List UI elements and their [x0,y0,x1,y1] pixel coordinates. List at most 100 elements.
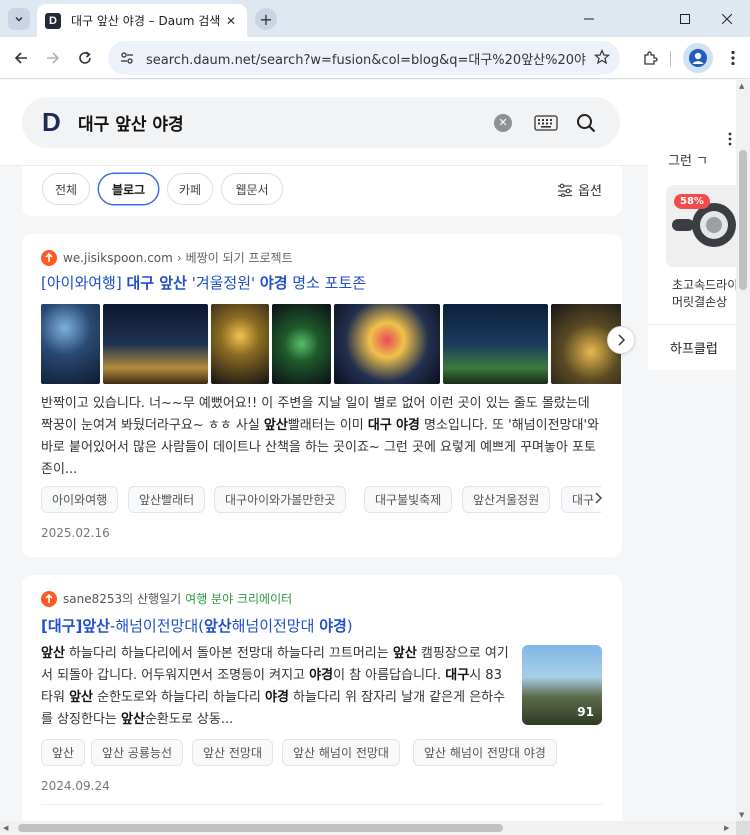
result-title-link[interactable]: [대구]앞산-해넘이전망대(앞산해넘이전망대 야경) [41,615,353,636]
puzzle-icon [644,51,658,65]
minimize-button[interactable] [566,0,612,37]
snippet-text: 빨래터는 이미 [287,418,368,433]
source-chevron-icon: › [176,250,182,265]
minimize-icon [584,18,594,19]
carousel-image[interactable] [211,304,269,384]
title-highlight: 야경 [319,617,347,635]
result-thumbnail[interactable]: 91 [522,645,602,725]
result-date: 2025.02.16 [41,526,110,540]
blog-source-icon [41,590,57,607]
image-carousel [41,304,621,384]
horizontal-scrollbar[interactable]: ◀ ▶ [0,821,736,835]
chevron-right-icon [618,334,625,346]
filter-chip-cafe[interactable]: 카페 [167,173,213,205]
result-tag[interactable]: 대구불빛축제 [364,486,453,513]
result-tag[interactable]: 앞산 공룡능선 [91,739,184,766]
title-highlight: 앞산 [82,617,110,635]
result-tag[interactable]: 앞산 [41,739,86,766]
scroll-corner [736,821,750,835]
browser-toolbar: search.daum.net/search?w=fusion&col=blog… [0,37,750,79]
search-result-1: we.jisikspoon.com › 베짱이 되기 프로젝트 [아이와여행] … [22,234,635,557]
product-image[interactable]: 58% [666,185,736,267]
side-ad-header: 그런 ㄱ [668,154,709,169]
carousel-image[interactable] [41,304,100,384]
search-result-2: sane8253의 산행일기 여행 분야 크리에이터 [대구]앞산-해넘이전망대… [22,575,622,821]
carousel-image[interactable] [443,304,548,384]
carousel-image[interactable] [272,304,331,384]
site-info-button[interactable] [114,45,140,71]
scroll-up-icon[interactable]: ▲ [739,82,744,90]
snippet-highlight: 앞산 [263,418,288,433]
new-tab-button[interactable]: + [255,8,277,30]
extensions-button[interactable] [636,44,664,72]
result-source[interactable]: sane8253의 산행일기 여행 분야 크리에이터 [41,590,292,607]
vertical-scrollbar[interactable]: ▲ ▼ [736,80,750,821]
tab-close-icon[interactable]: ✕ [223,13,239,29]
snippet-text: 순환도로 상동... [144,712,234,727]
result-tag[interactable]: 앞산 전망대 [192,739,274,766]
search-icon[interactable] [574,111,598,135]
result-tag[interactable]: 아이와여행 [41,486,119,513]
result-tag[interactable]: 앞산 해넘이 전망대 [282,739,400,766]
title-part: -해넘이전망대( [109,617,204,635]
result-tag[interactable]: 앞산겨울정원 [462,486,551,513]
arrow-left-icon [14,52,27,64]
result-date: 2024.09.24 [41,779,110,793]
result-source[interactable]: we.jisikspoon.com › 베짱이 되기 프로젝트 [41,249,293,266]
maximize-icon [680,13,690,24]
result-tag[interactable]: 대구아이와가볼만한곳 [214,486,347,513]
filter-chip-blog[interactable]: 블로그 [98,173,159,205]
person-icon [689,49,707,67]
discount-badge: 58% [674,194,710,209]
daum-logo[interactable]: D [42,107,66,138]
window-close-button[interactable] [704,0,750,37]
result-title-link[interactable]: [아이와여행] 대구 앞산 '겨울정원' 야경 명소 포토존 [41,272,366,293]
scroll-down-icon[interactable]: ▼ [739,811,744,819]
product-name: 초고속드라이 [672,278,736,292]
divider [41,804,603,805]
horizontal-scroll-thumb[interactable] [18,824,503,832]
tab-search-dropdown-button[interactable] [8,8,30,30]
carousel-image[interactable] [103,304,208,384]
vertical-scroll-thumb[interactable] [739,150,747,290]
bookmark-star-icon[interactable] [593,48,611,69]
browser-menu-button[interactable] [722,44,744,72]
scroll-right-icon[interactable]: ▶ [724,824,729,832]
tags-next-button[interactable] [594,492,608,508]
forward-button[interactable] [39,44,67,72]
maximize-button[interactable] [662,0,708,37]
filter-chip-web[interactable]: 웹문서 [221,173,283,205]
source-blog-name: 베짱이 되기 프로젝트 [185,251,293,265]
chevron-right-icon [595,492,603,504]
filter-chip-all[interactable]: 전체 [42,173,90,205]
snippet-text: 이 참 아름답습니다. [333,668,446,683]
sliders-icon [558,183,573,197]
daum-favicon-icon: D [45,12,61,29]
title-highlight: 대구 앞산 [126,274,187,292]
divider [648,324,736,325]
reload-icon [79,51,91,64]
search-input[interactable]: 대구 앞산 야경 [78,110,494,135]
profile-avatar[interactable] [683,43,713,73]
result-tag[interactable]: 앞산 해넘이 전망대 야경 [413,739,557,766]
side-ad-menu-icon[interactable] [728,132,736,152]
result-tag[interactable]: 앞산빨래터 [128,486,206,513]
snippet-highlight: 앞산 [69,690,93,705]
tab-title: 대구 앞산 야경 – Daum 검색 [71,14,221,28]
browser-tab-bar: D 대구 앞산 야경 – Daum 검색 ✕ + [0,0,750,37]
reload-button[interactable] [71,44,99,72]
search-box[interactable]: D 대구 앞산 야경 ✕ [22,97,620,148]
side-ad-footer[interactable]: 하프클럽 [648,326,736,370]
url-text: search.daum.net/search?w=fusion&col=blog… [146,52,586,68]
blog-source-icon [41,249,57,266]
browser-tab-active[interactable]: D 대구 앞산 야경 – Daum 검색 ✕ [37,4,247,37]
scroll-left-icon[interactable]: ◀ [3,824,8,832]
address-bar[interactable]: search.daum.net/search?w=fusion&col=blog… [108,41,620,75]
carousel-next-button[interactable] [607,326,635,354]
back-button[interactable] [7,44,35,72]
snippet-highlight: 야경 [309,668,334,683]
keyboard-icon[interactable] [532,113,560,133]
options-button[interactable]: 옵션 [557,180,602,199]
carousel-image[interactable] [334,304,440,384]
clear-query-icon[interactable]: ✕ [494,113,512,132]
